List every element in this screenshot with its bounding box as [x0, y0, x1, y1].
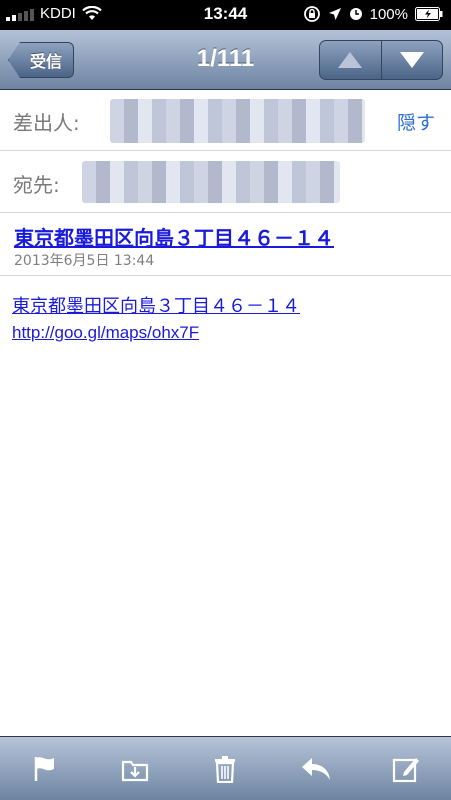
trash-icon	[215, 755, 236, 783]
arrow-down-icon	[399, 52, 424, 68]
reply-button[interactable]	[296, 749, 336, 789]
next-message-button[interactable]	[380, 41, 443, 79]
message-date: 2013年6月5日 13:44	[14, 253, 155, 269]
alarm-icon	[349, 8, 362, 20]
battery-percent: 100%	[369, 5, 408, 23]
compose-icon	[392, 757, 419, 782]
flag-button[interactable]	[25, 749, 65, 789]
header-divider	[0, 275, 451, 276]
flag-icon	[34, 756, 55, 781]
recipient-address-redacted[interactable]	[82, 161, 340, 203]
sender-address-redacted[interactable]	[110, 99, 365, 143]
arrow-up-icon	[338, 52, 363, 68]
move-folder-icon	[122, 760, 149, 781]
message-nav-segment	[319, 40, 443, 80]
bottom-toolbar	[0, 736, 451, 800]
reply-icon	[301, 757, 330, 780]
status-bar: KDDI 13:44 100%	[0, 0, 451, 30]
nav-bar: 受信 1/111	[0, 30, 451, 90]
hide-details-button[interactable]: 隠す	[397, 108, 435, 135]
move-to-folder-button[interactable]	[115, 749, 155, 789]
compose-button[interactable]	[386, 749, 426, 789]
to-label: 宛先:	[13, 173, 60, 197]
rotation-lock-icon	[303, 6, 320, 22]
previous-message-button[interactable]	[320, 41, 381, 79]
battery-icon	[415, 7, 443, 21]
to-row: 宛先:	[0, 151, 451, 213]
from-label: 差出人:	[13, 111, 80, 135]
body-address-link[interactable]: 東京都墨田区向島３丁目４６－１４	[12, 292, 300, 318]
location-icon	[328, 8, 341, 20]
from-row: 差出人: 隠す	[0, 91, 451, 151]
body-map-link[interactable]: http://goo.gl/maps/ohx7F	[12, 323, 199, 343]
delete-button[interactable]	[205, 749, 245, 789]
message-subject[interactable]: 東京都墨田区向島３丁目４６－１４	[14, 222, 334, 251]
